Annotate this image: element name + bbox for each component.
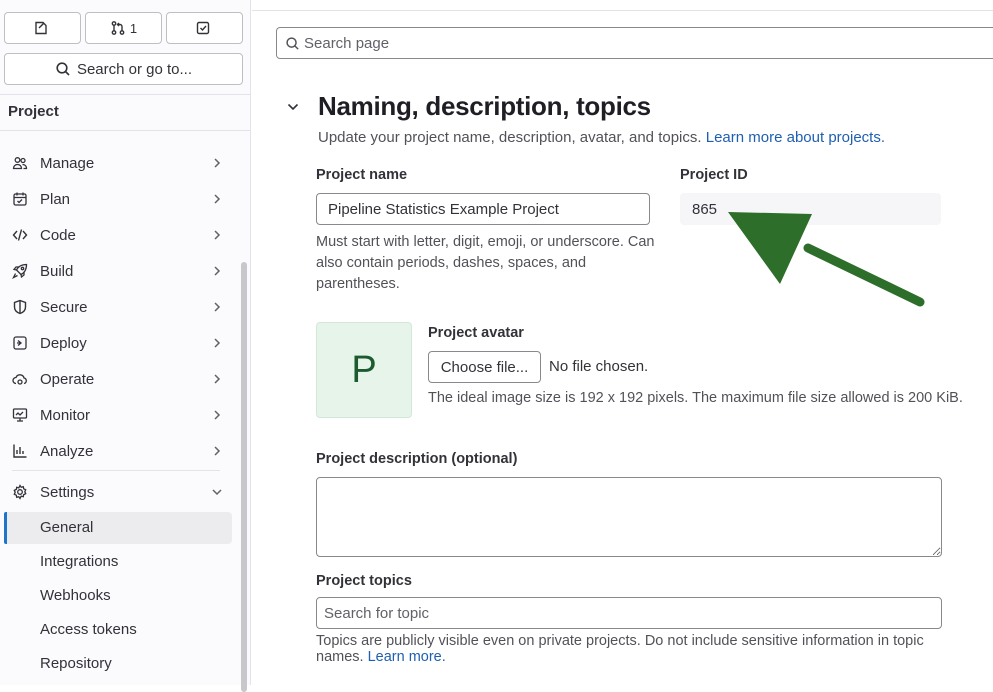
- sidebar-item-code[interactable]: Code: [4, 219, 232, 251]
- cloud-gear-icon: [12, 374, 27, 385]
- project-topics-label: Project topics: [316, 573, 412, 589]
- users-icon: [12, 157, 28, 170]
- sidebar-item-manage[interactable]: Manage: [4, 147, 232, 179]
- search-or-go-to-label: Search or go to...: [76, 60, 193, 78]
- sidebar-subitem-integrations[interactable]: Integrations: [4, 546, 232, 578]
- sidebar-item-label: Plan: [40, 191, 71, 208]
- chevron-right-icon: [214, 302, 221, 312]
- avatar-help-text: The ideal image size is 192 x 192 pixels…: [428, 390, 963, 406]
- section-description-text: Update your project name, description, a…: [318, 129, 702, 146]
- chevron-right-icon: [214, 266, 221, 276]
- learn-more-projects-link[interactable]: Learn more about projects.: [706, 129, 885, 146]
- topics-learn-more-link[interactable]: Learn more.: [368, 649, 446, 665]
- sidebar-item-label: Deploy: [40, 335, 87, 352]
- project-topics-input[interactable]: [316, 597, 942, 629]
- sidebar-item-label: Analyze: [40, 443, 94, 460]
- calendar-icon: [13, 192, 27, 206]
- search-page-input[interactable]: [304, 29, 993, 57]
- chevron-right-icon: [214, 446, 221, 456]
- project-topics-help: Topics are publicly visible even on priv…: [316, 633, 936, 665]
- sidebar-subitem-label: Access tokens: [40, 621, 137, 638]
- sidebar: 1 Search or go to... Project Manage Plan…: [0, 0, 251, 692]
- sidebar-subitem-label: Integrations: [40, 553, 119, 570]
- sidebar-item-label: Operate: [40, 371, 95, 388]
- chevron-down-icon: [212, 489, 222, 496]
- project-avatar-preview: P: [316, 322, 412, 418]
- issues-icon: [34, 21, 47, 35]
- sidebar-subitem-access-tokens[interactable]: Access tokens: [4, 614, 232, 646]
- sidebar-item-monitor[interactable]: Monitor: [4, 399, 232, 431]
- chevron-right-icon: [214, 194, 221, 204]
- chevron-right-icon: [214, 410, 221, 420]
- merge-request-icon: [111, 21, 125, 35]
- divider: [252, 10, 993, 11]
- sidebar-scrollbar[interactable]: [241, 262, 247, 692]
- search-or-go-to-button[interactable]: Search or go to...: [4, 53, 243, 85]
- sidebar-item-build[interactable]: Build: [4, 255, 232, 287]
- chevron-right-icon: [214, 374, 221, 384]
- gear-icon: [13, 484, 27, 500]
- todo-button[interactable]: [166, 12, 243, 44]
- sidebar-subitem-label: General: [40, 519, 94, 536]
- issues-button[interactable]: [4, 12, 81, 44]
- sidebar-item-label: Manage: [40, 155, 95, 172]
- merge-requests-button[interactable]: 1: [85, 12, 162, 44]
- search-icon: [286, 37, 299, 50]
- sidebar-item-label: Code: [40, 227, 76, 244]
- project-name-help: Must start with letter, digit, emoji, or…: [316, 234, 655, 292]
- section-title: Naming, description, topics: [318, 91, 651, 121]
- code-icon: [12, 229, 28, 241]
- choose-file-button[interactable]: Choose file...: [428, 351, 541, 383]
- project-name-label: Project name: [316, 167, 408, 183]
- deploy-icon: [13, 336, 27, 350]
- sidebar-subitem-repository[interactable]: Repository: [4, 648, 232, 680]
- chevron-down-icon[interactable]: [285, 99, 301, 115]
- divider: [0, 130, 251, 131]
- sidebar-subitem-label: Repository: [40, 655, 112, 672]
- sidebar-item-label: Build: [40, 263, 74, 280]
- monitor-icon: [12, 408, 28, 422]
- section-description: Update your project name, description, a…: [318, 129, 885, 146]
- sidebar-subitem-label: Webhooks: [40, 587, 111, 604]
- chevron-right-icon: [214, 230, 221, 240]
- divider: [12, 470, 220, 471]
- shield-icon: [13, 299, 27, 315]
- sidebar-item-operate[interactable]: Operate: [4, 363, 232, 395]
- rocket-icon: [12, 263, 28, 279]
- no-file-chosen-text: No file chosen.: [549, 358, 649, 375]
- sidebar-subitem-general[interactable]: General: [4, 512, 232, 544]
- sidebar-item-label: Secure: [40, 299, 88, 316]
- chart-icon: [13, 444, 27, 458]
- sidebar-item-label: Settings: [40, 484, 95, 501]
- chevron-right-icon: [214, 338, 221, 348]
- sidebar-item-settings[interactable]: Settings: [4, 476, 232, 508]
- project-heading: Project: [8, 103, 59, 120]
- sidebar-item-deploy[interactable]: Deploy: [4, 327, 232, 359]
- chevron-right-icon: [214, 158, 221, 168]
- search-icon: [56, 62, 70, 76]
- sidebar-item-secure[interactable]: Secure: [4, 291, 232, 323]
- divider: [0, 94, 251, 95]
- sidebar-item-label: Monitor: [40, 407, 91, 424]
- project-avatar-label: Project avatar: [428, 325, 524, 341]
- project-name-input[interactable]: [316, 193, 650, 225]
- sidebar-subitem-webhooks[interactable]: Webhooks: [4, 580, 232, 612]
- project-description-label: Project description (optional): [316, 451, 518, 467]
- sidebar-item-plan[interactable]: Plan: [4, 183, 232, 215]
- project-id-label: Project ID: [680, 167, 748, 183]
- project-description-textarea[interactable]: [316, 477, 942, 557]
- search-page-field[interactable]: [276, 27, 993, 59]
- todo-icon: [196, 21, 209, 35]
- annotation-arrow-icon: [728, 212, 925, 307]
- sidebar-item-analyze[interactable]: Analyze: [4, 435, 232, 467]
- merge-requests-count: 1: [129, 20, 138, 36]
